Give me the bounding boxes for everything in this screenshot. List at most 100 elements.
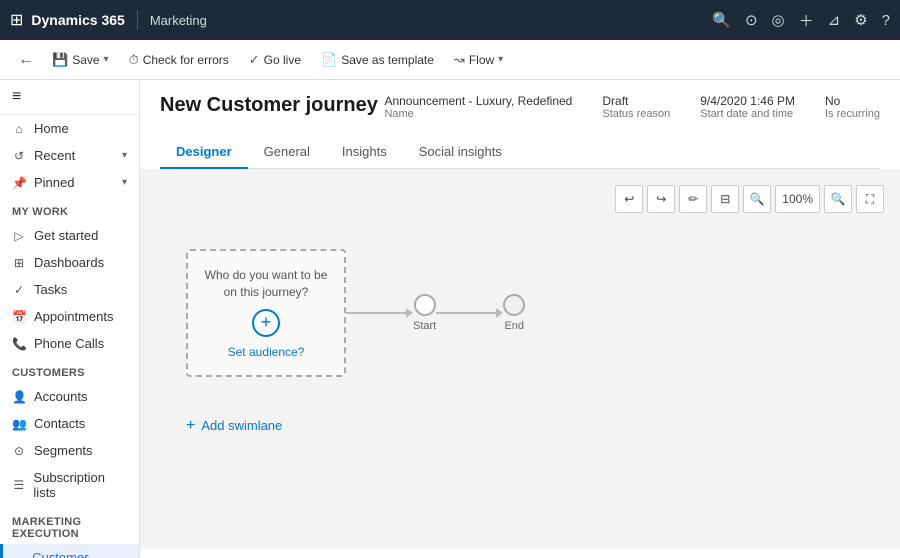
save-dropdown-arrow[interactable]: ▾ xyxy=(104,54,109,65)
toolbar: ← 💾 Save ▾ ⏱ Check for errors ✓ Go live … xyxy=(0,40,900,80)
edit-button[interactable]: ✏ xyxy=(679,185,707,213)
tasks-icon: ✓ xyxy=(12,283,26,297)
tab-insights[interactable]: Insights xyxy=(326,136,403,169)
main-body: ≡ ⌂ Home ↺ Recent ▾ 📌 Pinned ▾ My Work ▷… xyxy=(0,80,900,558)
gear-icon[interactable]: ⚙ xyxy=(854,11,867,29)
audience-box: Who do you want to be on this journey? +… xyxy=(186,249,346,377)
set-audience-link[interactable]: Set audience? xyxy=(228,345,305,359)
flow-button[interactable]: ↝ Flow ▾ xyxy=(446,48,511,72)
filter-icon[interactable]: ⊿ xyxy=(828,11,841,29)
sidebar-item-subscription-lists-label: Subscription lists xyxy=(33,470,127,500)
module-name: Marketing xyxy=(150,13,207,28)
sidebar-item-appointments-label: Appointments xyxy=(34,309,114,324)
sidebar-item-subscription-lists[interactable]: ☰ Subscription lists xyxy=(0,464,139,506)
add-swimlane-icon: + xyxy=(186,417,195,435)
audience-question: Who do you want to be on this journey? xyxy=(204,267,328,301)
sidebar-item-dashboards-label: Dashboards xyxy=(34,255,104,270)
save-button[interactable]: 💾 Save ▾ xyxy=(44,48,117,72)
connector-line-2 xyxy=(436,312,496,314)
sidebar-item-dashboards[interactable]: ⊞ Dashboards xyxy=(0,249,139,276)
check-errors-button[interactable]: ⏱ Check for errors xyxy=(121,48,237,72)
meta-status-value: Draft xyxy=(602,94,670,108)
go-live-icon: ✓ xyxy=(249,52,260,68)
check-icon[interactable]: ⊙ xyxy=(745,11,758,29)
template-icon: 📄 xyxy=(321,52,337,68)
back-button[interactable]: ← xyxy=(12,47,40,73)
start-label: Start xyxy=(413,320,436,332)
redo-button[interactable]: ↪ xyxy=(647,185,675,213)
meta-fields: Announcement - Luxury, Redefined Name Dr… xyxy=(384,94,880,122)
grid-icon[interactable]: ⊞ xyxy=(10,10,23,30)
end-label: End xyxy=(504,320,524,332)
sidebar-item-tasks-label: Tasks xyxy=(34,282,67,297)
sidebar-item-accounts[interactable]: 👤 Accounts xyxy=(0,383,139,410)
phone-calls-icon: 📞 xyxy=(12,337,26,351)
search-icon[interactable]: 🔍 xyxy=(712,11,731,29)
sidebar-top: ≡ xyxy=(0,80,139,115)
flow-icon: ↝ xyxy=(454,52,465,68)
sidebar-item-customer-journeys-label: Customer journeys xyxy=(32,550,127,558)
sidebar-item-phone-calls-label: Phone Calls xyxy=(34,336,104,351)
sidebar-item-appointments[interactable]: 📅 Appointments xyxy=(0,303,139,330)
pinned-icon: 📌 xyxy=(12,176,26,190)
sidebar-item-contacts[interactable]: 👥 Contacts xyxy=(0,410,139,437)
designer-toolbar: ↩ ↪ ✏ ⊟ 🔍 100% 🔍 ⛶ xyxy=(156,185,884,213)
sidebar-item-phone-calls[interactable]: 📞 Phone Calls xyxy=(0,330,139,357)
meta-name: Announcement - Luxury, Redefined Name xyxy=(384,94,572,122)
sidebar: ≡ ⌂ Home ↺ Recent ▾ 📌 Pinned ▾ My Work ▷… xyxy=(0,80,140,558)
pinned-expand-icon[interactable]: ▾ xyxy=(122,177,127,188)
meta-name-label: Name xyxy=(384,108,572,120)
sidebar-item-recent-label: Recent xyxy=(34,148,75,163)
tab-designer[interactable]: Designer xyxy=(160,136,248,169)
set-audience-plus-button[interactable]: + xyxy=(252,309,280,337)
recent-icon: ↺ xyxy=(12,149,26,163)
marketing-section-header: Marketing execution xyxy=(0,506,139,544)
journey-canvas: Who do you want to be on this journey? +… xyxy=(156,229,884,397)
top-nav: ⊞ Dynamics 365 Marketing 🔍 ⊙ ◎ ＋ ⊿ ⚙ ? xyxy=(0,0,900,40)
appointments-icon: 📅 xyxy=(12,310,26,324)
connector-line-1 xyxy=(346,312,406,314)
meta-date: 9/4/2020 1:46 PM Start date and time xyxy=(700,94,795,122)
save-template-button[interactable]: 📄 Save as template xyxy=(313,48,442,72)
location-icon[interactable]: ◎ xyxy=(772,11,785,29)
undo-button[interactable]: ↩ xyxy=(615,185,643,213)
sidebar-item-pinned[interactable]: 📌 Pinned ▾ xyxy=(0,169,139,196)
recent-expand-icon[interactable]: ▾ xyxy=(122,150,127,161)
help-icon[interactable]: ? xyxy=(882,12,890,29)
clock-icon: ⏱ xyxy=(129,52,139,68)
split-button[interactable]: ⊟ xyxy=(711,185,739,213)
fullscreen-button[interactable]: ⛶ xyxy=(856,185,884,213)
add-swimlane-button[interactable]: + Add swimlane xyxy=(186,417,854,435)
sidebar-item-home[interactable]: ⌂ Home xyxy=(0,115,139,142)
go-live-button[interactable]: ✓ Go live xyxy=(241,48,309,72)
tab-social-insights[interactable]: Social insights xyxy=(403,136,518,169)
app-name: Dynamics 365 xyxy=(31,12,124,28)
top-nav-left: ⊞ Dynamics 365 Marketing xyxy=(10,10,712,30)
sidebar-item-tasks[interactable]: ✓ Tasks xyxy=(0,276,139,303)
sidebar-item-recent[interactable]: ↺ Recent ▾ xyxy=(0,142,139,169)
accounts-icon: 👤 xyxy=(12,390,26,404)
sidebar-item-pinned-label: Pinned xyxy=(34,175,74,190)
meta-recurring-label: Is recurring xyxy=(825,108,880,120)
sidebar-item-get-started-label: Get started xyxy=(34,228,98,243)
zoom-in-button[interactable]: 🔍 xyxy=(824,185,852,213)
plus-icon[interactable]: ＋ xyxy=(799,10,814,31)
sidebar-item-get-started[interactable]: ▷ Get started xyxy=(0,222,139,249)
sidebar-item-customer-journeys[interactable]: ↝ Customer journeys xyxy=(0,544,139,558)
hamburger-icon[interactable]: ≡ xyxy=(12,88,21,106)
customers-section-header: Customers xyxy=(0,357,139,383)
dashboards-icon: ⊞ xyxy=(12,256,26,270)
sidebar-item-segments-label: Segments xyxy=(34,443,93,458)
start-node: Start xyxy=(413,294,436,332)
flow-dropdown-arrow[interactable]: ▾ xyxy=(498,54,503,65)
connector-arrow-1 xyxy=(406,308,413,318)
connector-arrow-2 xyxy=(496,308,503,318)
zoom-out-button[interactable]: 🔍 xyxy=(743,185,771,213)
meta-status-label: Status reason xyxy=(602,108,670,120)
my-work-section-header: My Work xyxy=(0,196,139,222)
connector-to-start xyxy=(346,308,413,318)
zoom-level: 100% xyxy=(775,185,820,213)
designer-area: ↩ ↪ ✏ ⊟ 🔍 100% 🔍 ⛶ Who do you want to be… xyxy=(140,169,900,549)
sidebar-item-segments[interactable]: ⊙ Segments xyxy=(0,437,139,464)
tab-general[interactable]: General xyxy=(248,136,326,169)
